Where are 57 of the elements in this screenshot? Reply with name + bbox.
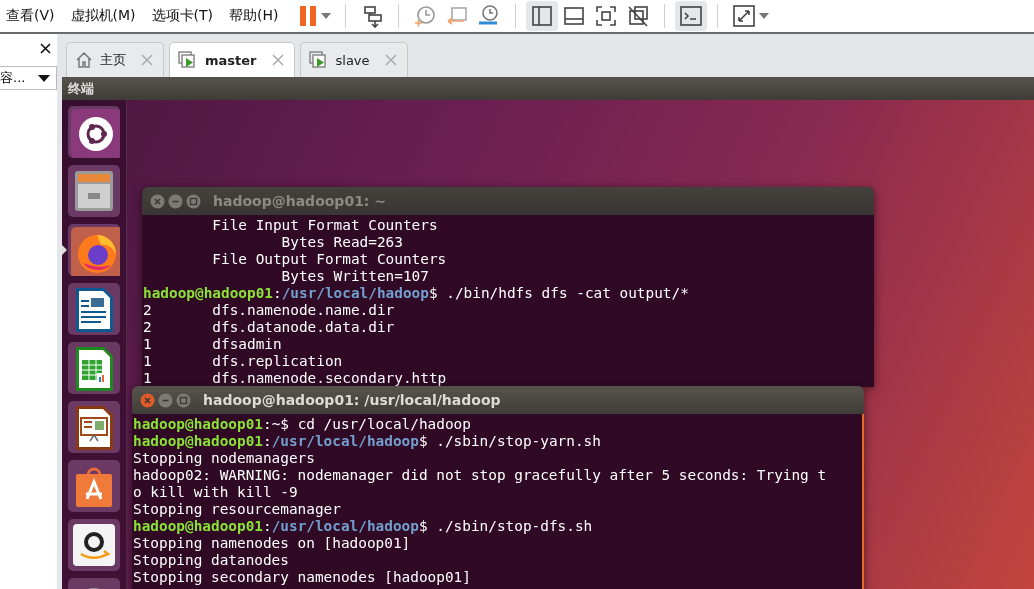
terminal-line: File Output Format Counters [211,251,448,268]
window-title: hadoop@hadoop01: ~ [213,193,387,209]
bottom-panel-icon[interactable] [562,4,587,28]
tab[interactable]: master [169,42,295,77]
terminal-line: hadoop@hadoop01:/usr/local/hadoop$ ./sbin/stop-dfs.sh [133,518,594,535]
caret-icon[interactable] [321,13,332,19]
terminal-line: Stopping namenodes on [hadoop01] [133,535,412,552]
sidebar-layout-icon[interactable] [530,4,555,28]
spreadsheet-icon[interactable] [68,342,120,394]
caret-icon [38,74,50,82]
fit-screen-icon[interactable] [594,4,619,28]
pause-icon[interactable] [298,4,319,28]
text-document-icon[interactable] [68,283,120,335]
vm-play-icon [308,51,329,69]
terminal-line: hadoop@hadoop01:~$ cd /usr/local/hadoop [133,416,472,433]
shopping-bag-icon[interactable] [68,460,120,512]
caret-icon[interactable] [759,13,770,19]
window-title: hadoop@hadoop01: /usr/local/hadoop [203,392,501,408]
console-icon[interactable] [679,4,704,28]
terminal-line: hadoop02: WARNING: nodemanager did not stop gracefully after 5 seconds: Trying t [133,467,828,484]
terminal-line: hadoop@hadoop01:/usr/local/hadoop$ ./bin/hdfs dfs -cat output/* [143,285,690,302]
firefox-icon[interactable] [68,224,120,276]
menu-item[interactable]: 虚拟机(M) [70,7,136,25]
unity-off-icon[interactable] [626,4,651,28]
terminal-line: o kill with kill -9 [133,484,299,501]
terminal-line: File Input Format Counters [211,217,439,234]
terminal-line: 2 dfs.datanode.data.dir [143,319,396,336]
ubuntu-logo-icon[interactable] [68,106,120,158]
menu-item[interactable]: 查看(V) [6,7,55,25]
terminal-line: Stopping datanodes [133,552,290,569]
tab[interactable]: slave [299,42,408,77]
app-title: 终端 [62,77,1034,100]
terminal-line: Bytes Written=107 [280,268,430,285]
terminal-line: 1 dfs.replication [143,353,344,370]
file-cabinet-icon[interactable] [68,165,120,217]
maximize-icon[interactable] [176,392,191,408]
menu-item[interactable]: 选项卡(T) [151,7,213,25]
terminal-line: Stopping resourcemanager [133,501,342,518]
terminal-line: 1 dfsadmin [143,336,283,353]
filter-dropdown[interactable]: 容... [0,66,57,90]
tab[interactable]: 主页 [66,42,164,77]
minimize-icon[interactable] [158,392,173,408]
clock-plus-icon[interactable] [413,4,438,28]
fullscreen-icon[interactable] [732,4,757,28]
presentation-icon[interactable] [68,401,120,453]
terminal-line: Bytes Read=263 [280,234,404,251]
terminal-line: Stopping nodemanagers [133,450,316,467]
close-icon[interactable] [40,42,51,54]
menu-item[interactable]: 帮助(H) [229,7,279,25]
terminal-line: 1 dfs.namenode.secondary.http [143,370,448,387]
minimize-icon[interactable] [168,193,183,209]
maximize-icon[interactable] [186,193,201,209]
vm-play-icon [178,51,198,69]
terminal-line: hadoop@hadoop01:/usr/local/hadoop$ ./sbin/stop-yarn.sh [133,433,602,450]
terminal-line: Stopping secondary namenodes [hadoop01] [133,569,472,586]
terminal-line: 2 dfs.namenode.name.dir [143,302,396,319]
home-icon [75,51,93,69]
